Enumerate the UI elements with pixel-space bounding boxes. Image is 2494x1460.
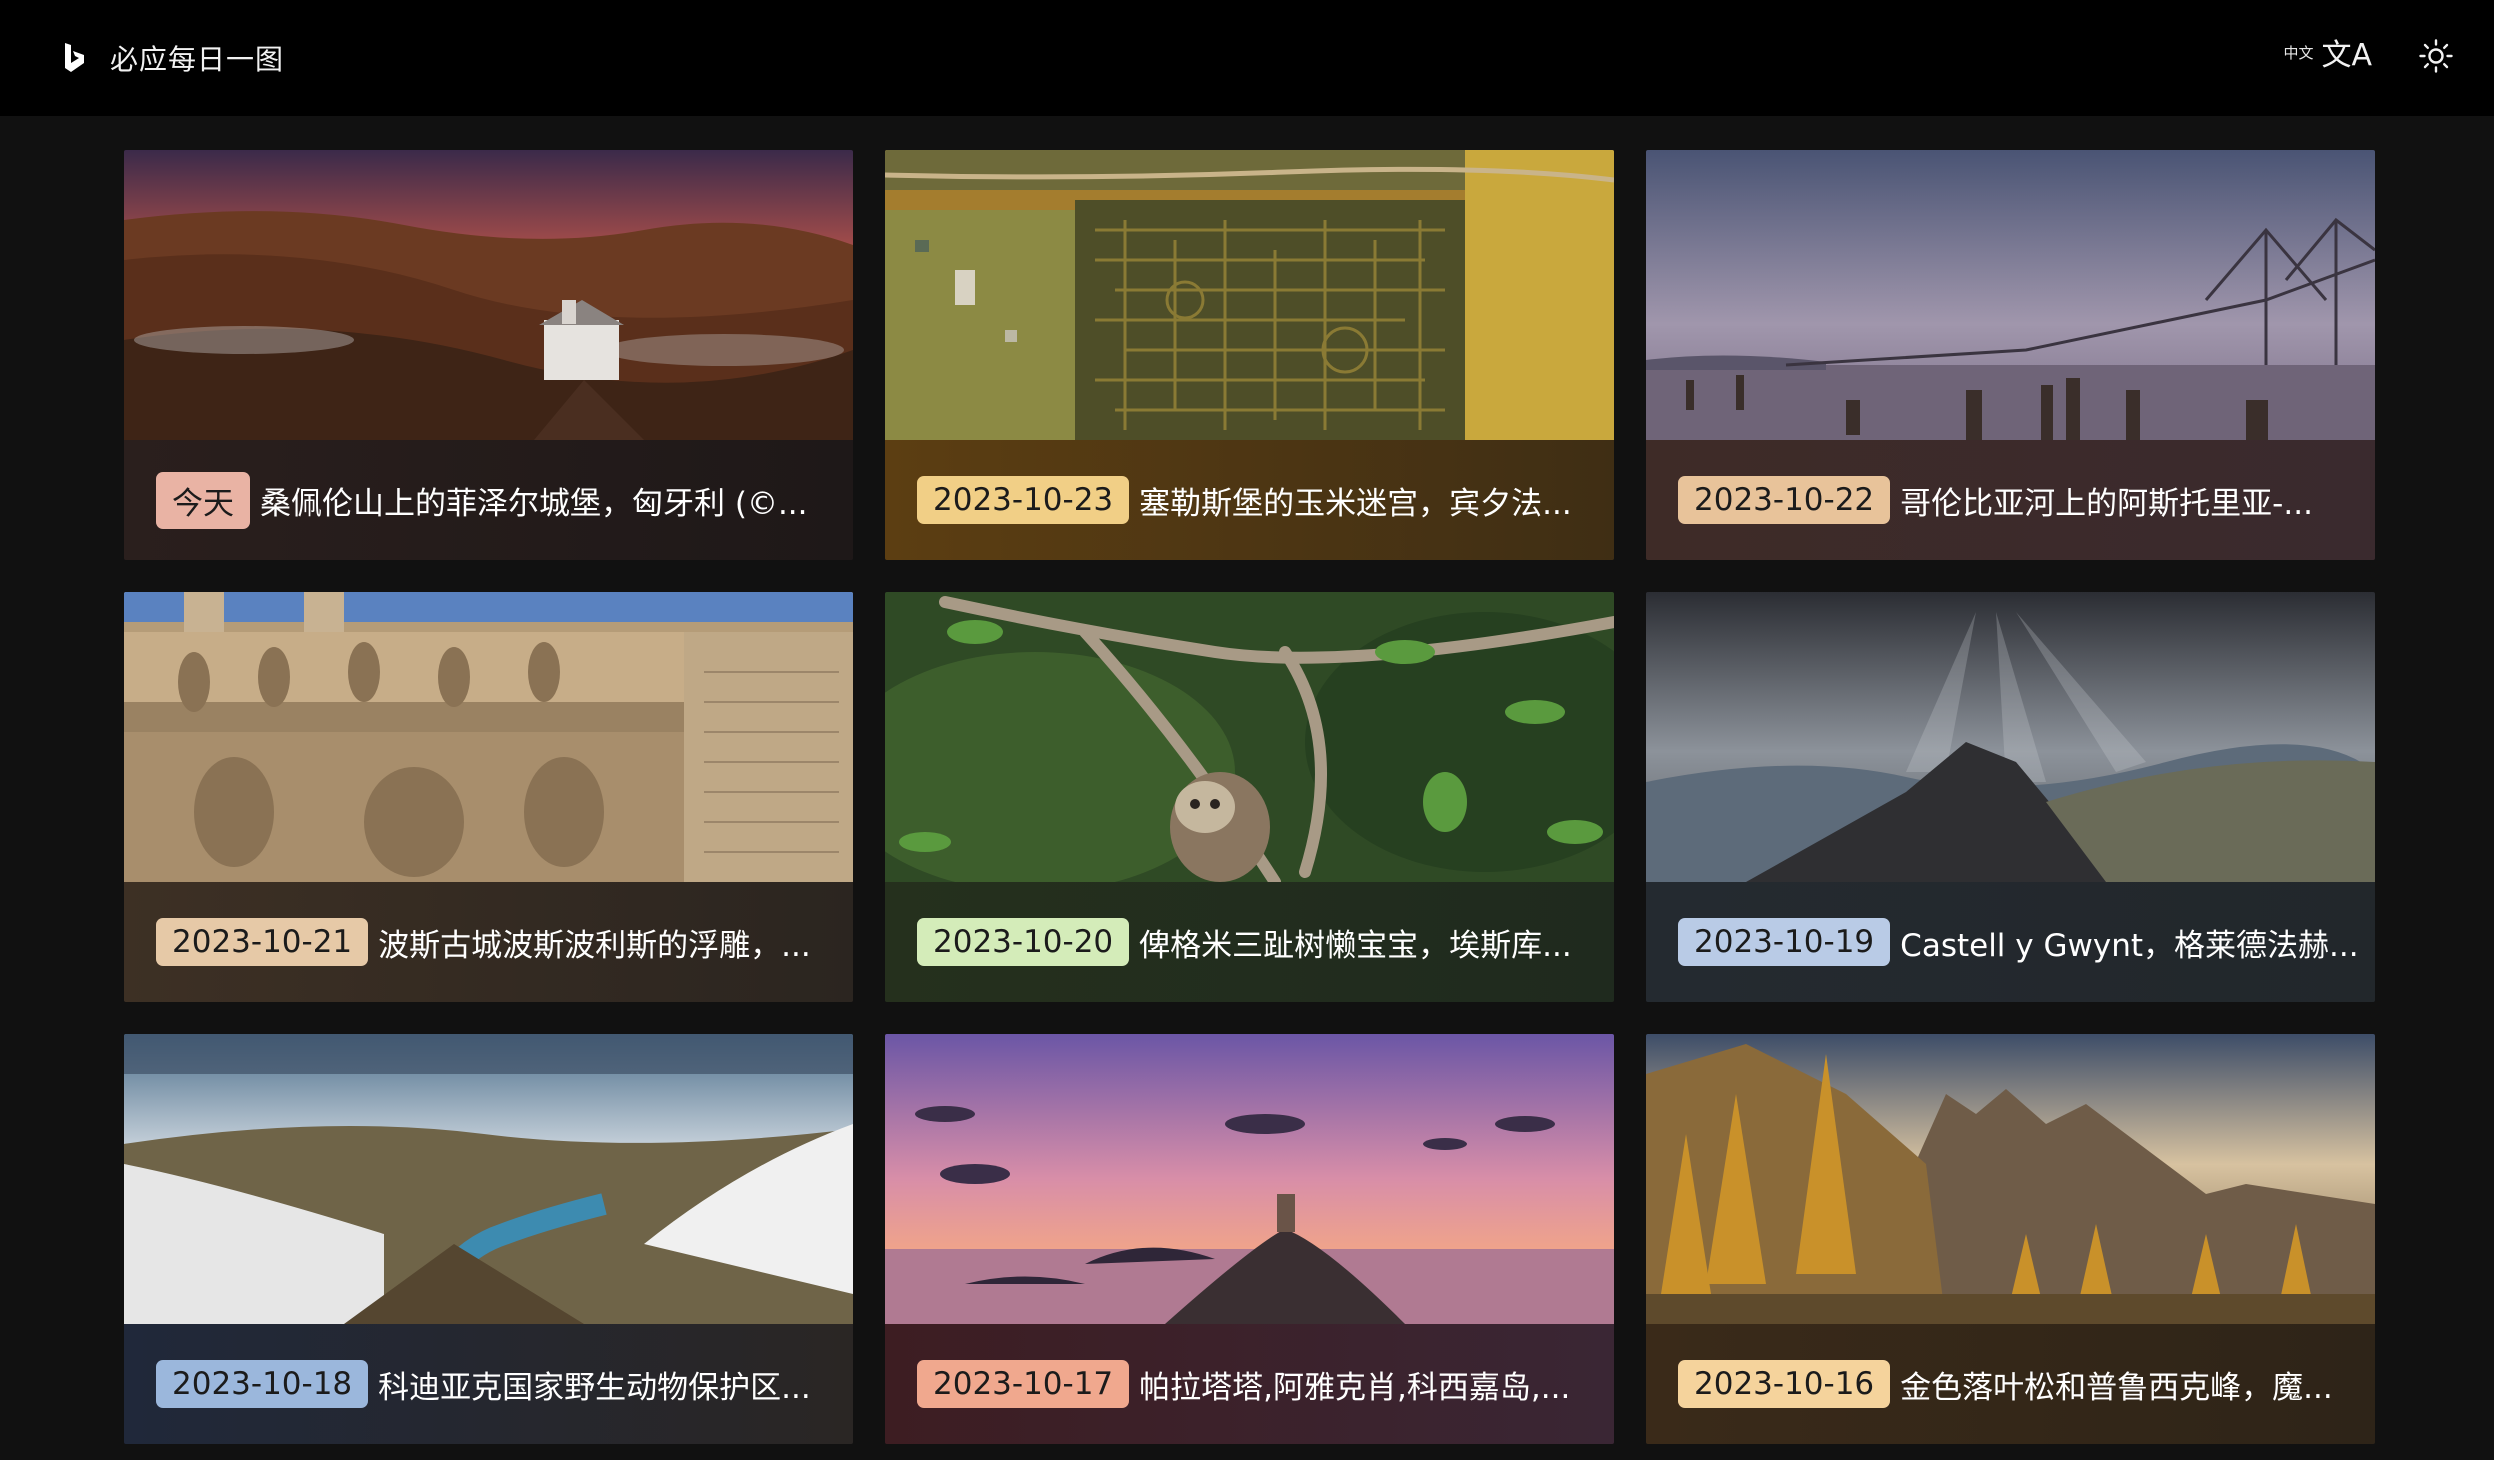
translate-icon-small-text: 中文 bbox=[2283, 44, 2314, 62]
card-title: 桑佩伦山上的菲泽尔城堡，匈牙利 (©... bbox=[260, 485, 808, 522]
wallpaper-image[interactable] bbox=[1646, 150, 2375, 440]
wallpaper-image[interactable] bbox=[885, 1034, 1614, 1324]
wallpaper-image[interactable] bbox=[124, 1034, 853, 1324]
date-badge: 2023-10-22 bbox=[1678, 476, 1891, 524]
date-badge: 今天 bbox=[156, 471, 250, 529]
translate-button[interactable]: 中文 文A bbox=[2283, 41, 2372, 71]
brand[interactable]: 必应每日一图 bbox=[62, 38, 284, 78]
card-title: 金色落叶松和普鲁西克峰，魔... bbox=[1900, 1369, 2333, 1406]
card-footer: 2023-10-19 Castell y Gwynt，格莱德法赫... bbox=[1646, 882, 2375, 1002]
card-title: 帕拉塔塔,阿雅克肖,科西嘉岛,... bbox=[1139, 1369, 1571, 1406]
header-actions: 中文 文A bbox=[2283, 38, 2454, 74]
date-badge: 2023-10-17 bbox=[917, 1360, 1130, 1408]
wallpaper-card[interactable]: 2023-10-21 波斯古城波斯波利斯的浮雕，... bbox=[124, 592, 853, 1002]
wallpaper-image[interactable] bbox=[124, 150, 853, 440]
wallpaper-card[interactable]: 2023-10-19 Castell y Gwynt，格莱德法赫... bbox=[1646, 592, 2375, 1002]
card-title: 塞勒斯堡的玉米迷宫，宾夕法... bbox=[1139, 485, 1572, 522]
date-badge: 2023-10-19 bbox=[1678, 918, 1891, 966]
app-header: 必应每日一图 中文 文A bbox=[0, 0, 2494, 116]
card-footer: 2023-10-21 波斯古城波斯波利斯的浮雕，... bbox=[124, 882, 853, 1002]
card-title: 哥伦比亚河上的阿斯托里亚-... bbox=[1900, 485, 2313, 522]
card-title: Castell y Gwynt，格莱德法赫... bbox=[1900, 927, 2359, 964]
card-footer: 2023-10-23 塞勒斯堡的玉米迷宫，宾夕法... bbox=[885, 440, 1614, 560]
date-badge: 2023-10-20 bbox=[917, 918, 1130, 966]
bing-logo-icon bbox=[65, 43, 84, 72]
date-badge: 2023-10-21 bbox=[156, 918, 369, 966]
wallpaper-image[interactable] bbox=[885, 592, 1614, 882]
wallpaper-image[interactable] bbox=[885, 150, 1614, 440]
wallpaper-card[interactable]: 2023-10-20 俾格米三趾树懒宝宝，埃斯库... bbox=[885, 592, 1614, 1002]
wallpaper-image[interactable] bbox=[1646, 592, 2375, 882]
wallpaper-grid: 今天 桑佩伦山上的菲泽尔城堡，匈牙利 (©... 2023-10-23 塞勒斯堡… bbox=[124, 150, 2377, 1444]
wallpaper-card[interactable]: 2023-10-16 金色落叶松和普鲁西克峰，魔... bbox=[1646, 1034, 2375, 1444]
wallpaper-image[interactable] bbox=[124, 592, 853, 882]
card-footer: 2023-10-20 俾格米三趾树懒宝宝，埃斯库... bbox=[885, 882, 1614, 1002]
date-badge: 2023-10-16 bbox=[1678, 1360, 1891, 1408]
wallpaper-image[interactable] bbox=[1646, 1034, 2375, 1324]
card-title: 科迪亚克国家野生动物保护区... bbox=[378, 1369, 811, 1406]
date-badge: 2023-10-23 bbox=[917, 476, 1130, 524]
wallpaper-card[interactable]: 2023-10-17 帕拉塔塔,阿雅克肖,科西嘉岛,... bbox=[885, 1034, 1614, 1444]
card-footer: 2023-10-16 金色落叶松和普鲁西克峰，魔... bbox=[1646, 1324, 2375, 1444]
wallpaper-card[interactable]: 2023-10-23 塞勒斯堡的玉米迷宫，宾夕法... bbox=[885, 150, 1614, 560]
card-title: 波斯古城波斯波利斯的浮雕，... bbox=[378, 927, 811, 964]
wallpaper-card[interactable]: 2023-10-18 科迪亚克国家野生动物保护区... bbox=[124, 1034, 853, 1444]
card-footer: 2023-10-17 帕拉塔塔,阿雅克肖,科西嘉岛,... bbox=[885, 1324, 1614, 1444]
wallpaper-card[interactable]: 2023-10-22 哥伦比亚河上的阿斯托里亚-... bbox=[1646, 150, 2375, 560]
card-footer: 2023-10-22 哥伦比亚河上的阿斯托里亚-... bbox=[1646, 440, 2375, 560]
card-footer: 2023-10-18 科迪亚克国家野生动物保护区... bbox=[124, 1324, 853, 1444]
app-title: 必应每日一图 bbox=[110, 43, 285, 76]
card-title: 俾格米三趾树懒宝宝，埃斯库... bbox=[1139, 927, 1572, 964]
translate-icon: 文A bbox=[2321, 38, 2372, 73]
date-badge: 2023-10-18 bbox=[156, 1360, 369, 1408]
sun-icon[interactable] bbox=[2418, 38, 2454, 74]
wallpaper-card[interactable]: 今天 桑佩伦山上的菲泽尔城堡，匈牙利 (©... bbox=[124, 150, 853, 560]
card-footer: 今天 桑佩伦山上的菲泽尔城堡，匈牙利 (©... bbox=[124, 440, 853, 560]
